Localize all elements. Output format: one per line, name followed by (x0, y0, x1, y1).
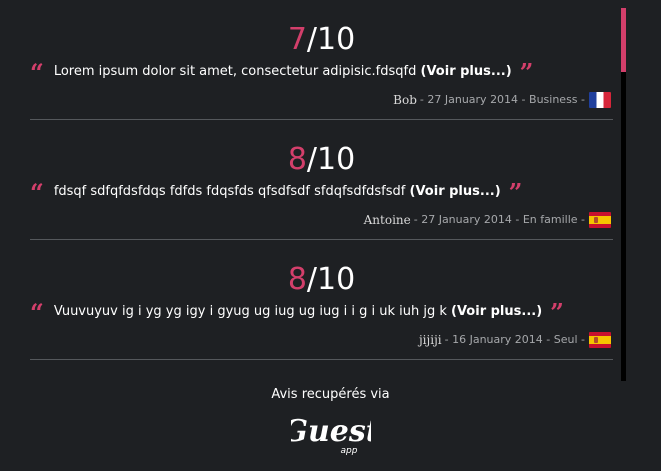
reviews-list: 7/10 “ Lorem ipsum dolor sit amet, consec… (30, 0, 613, 360)
review-text: Lorem ipsum dolor sit amet, consectetur … (53, 64, 417, 79)
review-item: 8/10 “ Vuuvuyuv ig i yg yg igy i gyug ug … (30, 240, 613, 360)
review-text: Vuuvuyuv ig i yg yg igy i gyug ug iug ug… (53, 304, 447, 319)
review-text: fdsqf sdfqfdsfdqs fdfds fdqsfds qfsdfsdf… (53, 184, 406, 199)
review-details: - 16 January 2014 - Seul - (444, 333, 585, 346)
review-score: 8/10 (30, 144, 613, 176)
review-item: 7/10 “ Lorem ipsum dolor sit amet, consec… (30, 0, 613, 120)
spain-flag-icon (589, 212, 611, 228)
read-more-link[interactable]: (Voir plus...) (410, 184, 501, 199)
footer: Avis recupérés via Guest app (0, 385, 661, 457)
review-meta: Bob - 27 January 2014 - Business - (393, 91, 611, 109)
source-label: Avis recupérés via (271, 387, 390, 402)
review-item: 8/10 “ fdsqf sdfqfdsfdqs fdfds fdqsfds qf… (30, 120, 613, 240)
open-quote-icon: “ (30, 298, 44, 327)
review-details: - 27 January 2014 - Business - (419, 93, 585, 106)
open-quote-icon: “ (30, 58, 44, 87)
review-meta: Antoine - 27 January 2014 - En famille - (364, 211, 611, 229)
review-details: - 27 January 2014 - En famille - (413, 213, 585, 226)
scrollbar-thumb[interactable] (621, 8, 626, 72)
france-flag-icon (589, 92, 611, 108)
read-more-link[interactable]: (Voir plus...) (451, 304, 542, 319)
logo-text: Guest (291, 414, 371, 449)
score-max: /10 (306, 22, 356, 57)
close-quote-icon: ” (550, 298, 564, 327)
score-value: 8 (287, 262, 307, 297)
review-author: Bob (393, 93, 417, 107)
review-score: 8/10 (30, 264, 613, 296)
close-quote-icon: ” (519, 58, 534, 87)
spain-flag-icon (589, 332, 611, 348)
close-quote-icon: ” (508, 178, 523, 207)
review-author: jijiji (418, 333, 442, 347)
logo-subtext: app (340, 446, 357, 456)
score-max: /10 (306, 262, 356, 297)
score-value: 7 (287, 22, 307, 57)
score-max: /10 (306, 142, 356, 177)
review-meta: jijiji - 16 January 2014 - Seul - (419, 331, 611, 349)
read-more-link[interactable]: (Voir plus...) (421, 64, 512, 79)
guest-app-logo[interactable]: Guest app (291, 407, 371, 457)
review-text-line: “ Vuuvuyuv ig i yg yg igy i gyug ug iug u… (30, 298, 564, 327)
review-author: Antoine (363, 213, 411, 227)
review-text-line: “ fdsqf sdfqfdsfdqs fdfds fdqsfds qfsdfsd… (30, 178, 523, 207)
review-text-line: “ Lorem ipsum dolor sit amet, consectetur… (30, 58, 534, 87)
open-quote-icon: “ (30, 178, 44, 207)
review-score: 7/10 (30, 24, 613, 56)
score-value: 8 (287, 142, 307, 177)
scrollbar[interactable] (621, 8, 626, 381)
